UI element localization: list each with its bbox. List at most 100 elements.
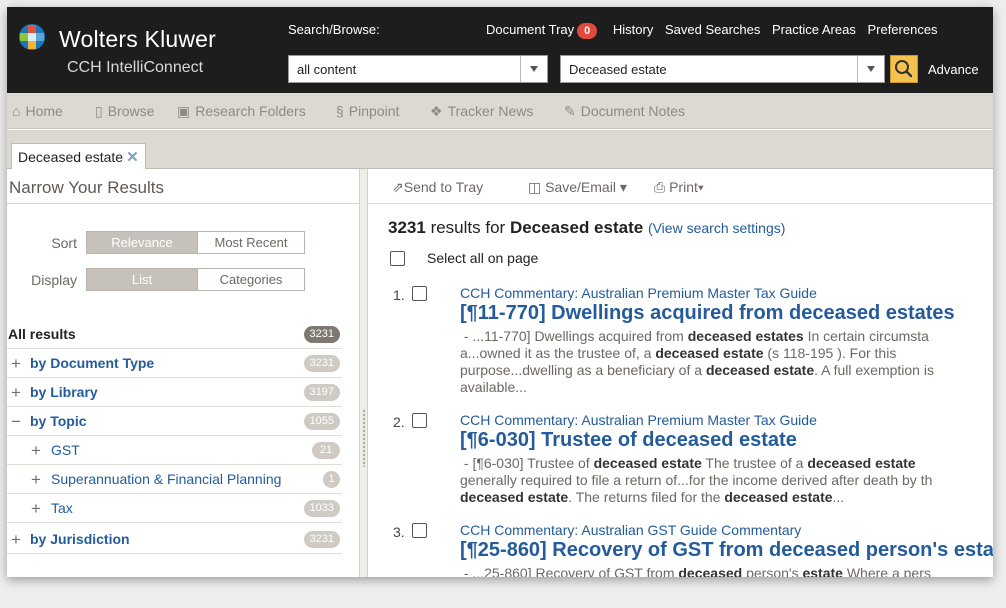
- view-search-settings-link[interactable]: (View search settings): [648, 220, 785, 236]
- nav-pinpoint[interactable]: § Pinpoint: [336, 103, 399, 119]
- result-source-link[interactable]: CCH Commentary: Australian Premium Maste…: [460, 412, 817, 428]
- facet-count-badge: 1: [323, 471, 340, 488]
- search-query-value: Deceased estate: [569, 62, 667, 77]
- nav-document-notes[interactable]: ✎ Document Notes: [564, 103, 685, 120]
- nav-research-folders[interactable]: ▣ Research Folders: [177, 103, 306, 120]
- narrow-results-title: Narrow Your Results: [9, 178, 164, 197]
- facet-count-badge: 1055: [303, 413, 340, 430]
- facet-count-badge: 3231: [303, 326, 340, 343]
- facet-count-badge: 1033: [303, 500, 340, 517]
- expand-icon[interactable]: +: [11, 530, 21, 550]
- expand-icon[interactable]: +: [11, 354, 21, 374]
- tab-strip: Deceased estate ✕: [7, 130, 993, 170]
- facet-topic-tax[interactable]: + Tax 1033: [7, 494, 342, 523]
- search-icon: [895, 60, 913, 78]
- saved-searches-link[interactable]: Saved Searches: [665, 22, 760, 37]
- history-link[interactable]: History: [613, 22, 653, 37]
- expand-icon[interactable]: +: [31, 499, 41, 519]
- expand-icon[interactable]: +: [31, 441, 41, 461]
- practice-areas-link[interactable]: Practice Areas: [772, 22, 856, 37]
- result-checkbox[interactable]: [412, 523, 427, 538]
- facet-label: GST: [51, 442, 80, 458]
- search-browse-label: Search/Browse:: [288, 22, 380, 37]
- chevron-down-icon: [867, 66, 875, 72]
- facet-jurisdiction[interactable]: + by Jurisdiction 3231: [7, 525, 342, 554]
- facet-count-badge: 3231: [303, 355, 340, 372]
- query-dropdown-button[interactable]: [857, 56, 884, 82]
- send-to-tray-button[interactable]: ⇗Send to Tray: [392, 179, 483, 196]
- facet-topic[interactable]: − by Topic 1055: [7, 407, 342, 436]
- facet-label: by Topic: [30, 413, 87, 429]
- result-title-link[interactable]: [¶6-030] Trustee of deceased estate: [460, 429, 797, 452]
- tab-deceased-estate[interactable]: Deceased estate ✕: [11, 143, 146, 170]
- results-summary: 3231 results for Deceased estate (View s…: [388, 218, 785, 238]
- sort-toggle: Relevance Most Recent: [86, 231, 305, 254]
- search-query-input[interactable]: Deceased estate: [560, 55, 885, 83]
- result-source-link[interactable]: CCH Commentary: Australian Premium Maste…: [460, 285, 817, 301]
- result-number: 1.: [393, 287, 405, 303]
- result-source-link[interactable]: CCH Commentary: Australian GST Guide Com…: [460, 522, 801, 538]
- facet-label: All results: [8, 326, 76, 342]
- result-title-link[interactable]: [¶11-770] Dwellings acquired from deceas…: [460, 302, 955, 325]
- result-checkbox[interactable]: [412, 286, 427, 301]
- facet-count-badge: 21: [312, 442, 340, 459]
- collapse-icon[interactable]: −: [11, 412, 21, 432]
- panel-splitter[interactable]: [360, 169, 368, 577]
- top-links: Document Tray 0 History Saved Searches Pr…: [486, 22, 946, 39]
- nav-browse-label: Browse: [107, 103, 155, 119]
- print-icon: ⎙: [654, 179, 670, 195]
- expand-icon[interactable]: +: [11, 383, 21, 403]
- chevron-down-icon: ▾: [697, 179, 704, 195]
- facet-all-results[interactable]: All results 3231: [7, 320, 342, 349]
- nav-tracker-news-label: Tracker News: [447, 103, 534, 119]
- facet-count-badge: 3231: [303, 531, 340, 548]
- display-list-option[interactable]: List: [87, 269, 197, 290]
- select-all-checkbox[interactable]: [390, 251, 405, 266]
- tracker-icon: ❖: [430, 103, 443, 119]
- product-name: CCH IntelliConnect: [67, 59, 204, 76]
- sort-relevance-option[interactable]: Relevance: [87, 232, 197, 253]
- results-for-text: results for: [430, 218, 506, 237]
- results-query: Deceased estate: [509, 218, 644, 237]
- narrow-results-panel: Narrow Your Results Sort Relevance Most …: [7, 169, 360, 577]
- print-button[interactable]: ⎙ Print▾: [654, 179, 704, 196]
- document-tray-label: Document Tray: [486, 22, 575, 37]
- drag-handle-icon[interactable]: [362, 409, 366, 467]
- nav-browse[interactable]: ▯ Browse: [95, 103, 154, 120]
- brand-name: Wolters Kluwer: [59, 26, 217, 52]
- search-button[interactable]: [890, 55, 918, 83]
- wolters-kluwer-logo-icon[interactable]: [18, 23, 46, 51]
- result-checkbox[interactable]: [412, 413, 427, 428]
- search-scope-value: all content: [297, 62, 357, 77]
- app-window: Wolters Kluwer CCH IntelliConnect Search…: [7, 7, 993, 577]
- search-scope-select[interactable]: all content: [288, 55, 548, 83]
- save-email-button[interactable]: ◫ Save/Email ▾: [528, 179, 627, 196]
- facet-topic-gst[interactable]: + GST 21: [7, 436, 342, 465]
- facet-label: Superannuation & Financial Planning: [51, 471, 282, 487]
- result-number: 3.: [393, 524, 405, 540]
- document-tray-link[interactable]: Document Tray 0: [486, 22, 601, 39]
- nav-tracker-news[interactable]: ❖ Tracker News: [430, 103, 533, 120]
- display-label: Display: [31, 272, 77, 288]
- result-title-link[interactable]: [¶25-860] Recovery of GST from deceased …: [460, 539, 993, 562]
- close-icon[interactable]: ✕: [126, 149, 139, 166]
- advanced-search-link[interactable]: Advance: [928, 62, 979, 77]
- send-icon: ⇗: [392, 179, 404, 195]
- home-icon: ⌂: [12, 103, 21, 119]
- nav-home-label: Home: [25, 103, 63, 119]
- nav-home[interactable]: ⌂ Home: [12, 103, 63, 119]
- facet-library[interactable]: + by Library 3197: [7, 378, 342, 407]
- print-label: Print: [669, 179, 698, 195]
- expand-icon[interactable]: +: [31, 470, 41, 490]
- facet-topic-superannuation[interactable]: + Superannuation & Financial Planning 1: [7, 465, 342, 494]
- preferences-link[interactable]: Preferences: [867, 22, 937, 37]
- nav-research-folders-label: Research Folders: [195, 103, 306, 119]
- tab-label: Deceased estate: [18, 149, 124, 165]
- sort-most-recent-option[interactable]: Most Recent: [197, 232, 304, 253]
- scope-dropdown-button[interactable]: [520, 56, 547, 82]
- note-icon: ✎: [564, 103, 576, 119]
- section-icon: §: [336, 103, 344, 119]
- display-categories-option[interactable]: Categories: [197, 269, 304, 290]
- top-header: Wolters Kluwer CCH IntelliConnect Search…: [7, 7, 993, 93]
- facet-document-type[interactable]: + by Document Type 3231: [7, 349, 342, 378]
